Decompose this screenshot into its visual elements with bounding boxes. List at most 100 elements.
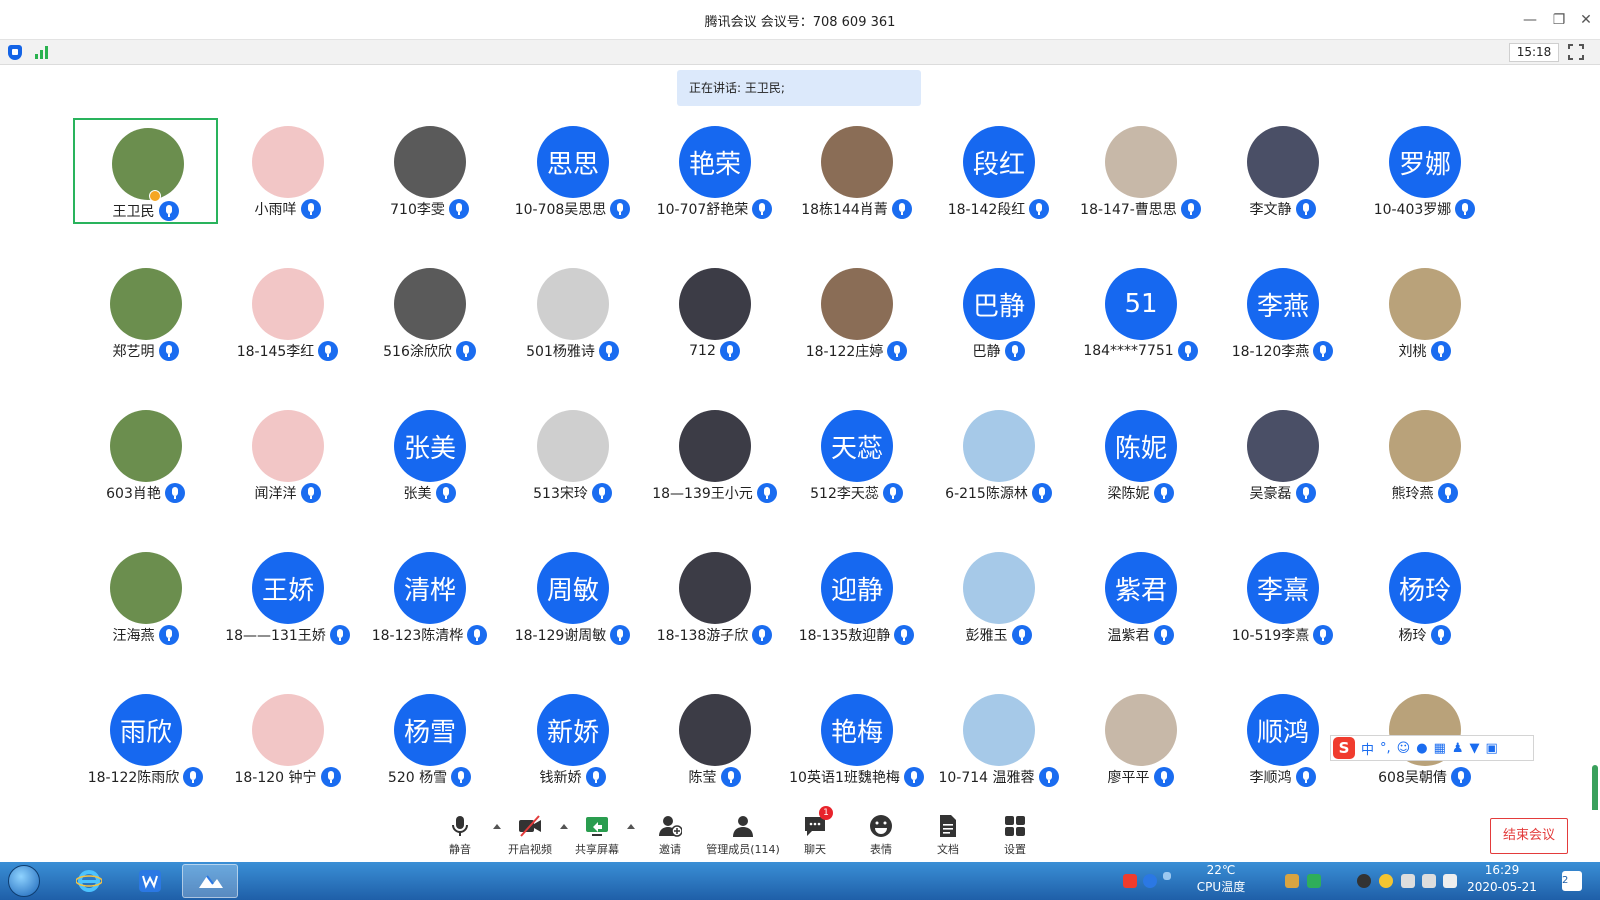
- participant-tile[interactable]: 杨玲 杨玲: [1352, 544, 1497, 650]
- participant-name-row: 郑艺明: [73, 340, 218, 362]
- participant-tile[interactable]: 紫君 温紫君: [1068, 544, 1213, 650]
- participant-tile[interactable]: 清桦 18-123陈清桦: [357, 544, 502, 650]
- mute-button[interactable]: 静音: [420, 814, 500, 857]
- share-screen-button[interactable]: 共享屏幕: [557, 814, 637, 857]
- participant-tile[interactable]: 罗娜 10-403罗娜: [1352, 118, 1497, 224]
- participant-tile[interactable]: 18-147-曹思思: [1068, 118, 1213, 224]
- participant-name-row: 710李雯: [357, 198, 502, 220]
- start-button-icon[interactable]: [8, 865, 40, 897]
- participant-tile[interactable]: 51 184****7751: [1068, 260, 1213, 366]
- qq-tray-icon[interactable]: [1357, 874, 1371, 888]
- avatar: [537, 268, 609, 340]
- ime-skin-icon[interactable]: ▼: [1470, 741, 1480, 756]
- network-tray-icon[interactable]: [1401, 874, 1415, 888]
- participant-tile[interactable]: 712: [642, 260, 787, 366]
- participant-tile[interactable]: 迎静 18-135敖迎静: [784, 544, 929, 650]
- participant-tile[interactable]: 周敏 18-129谢周敏: [500, 544, 645, 650]
- settings-button[interactable]: 设置: [975, 814, 1055, 857]
- avatar-initials: 杨雪: [403, 717, 456, 748]
- participant-tile[interactable]: 18-122庄婷: [784, 260, 929, 366]
- participant-tile[interactable]: 李燕 18-120李燕: [1210, 260, 1355, 366]
- participant-tile[interactable]: 18-138游子欣: [642, 544, 787, 650]
- security-shield-icon[interactable]: [8, 45, 22, 60]
- taskbar-ie[interactable]: [60, 864, 116, 898]
- sogou-logo-icon[interactable]: S: [1333, 737, 1355, 759]
- user-tray-icon[interactable]: [1285, 874, 1299, 888]
- participant-tile[interactable]: 彭雅玉: [926, 544, 1071, 650]
- ime-emoji-icon[interactable]: ☺: [1397, 741, 1411, 756]
- avatar: [110, 268, 182, 340]
- ime-punct-label[interactable]: °,: [1380, 741, 1391, 756]
- system-clock[interactable]: 16:29 2020-05-21: [1462, 862, 1542, 900]
- fullscreen-icon[interactable]: [1568, 44, 1584, 60]
- input-method-toolbar[interactable]: S 中 °, ☺ ● ▦ ♟ ▼ ▣: [1330, 735, 1534, 761]
- ime-user-icon[interactable]: ♟: [1452, 741, 1464, 756]
- taskbar-tencent-meeting[interactable]: [182, 864, 238, 898]
- participant-tile[interactable]: 闻洋洋: [215, 402, 360, 508]
- participant-tile[interactable]: 熊玲燕: [1352, 402, 1497, 508]
- participant-tile[interactable]: 18栋144肖菁: [784, 118, 929, 224]
- participant-tile[interactable]: 汪海燕: [73, 544, 218, 650]
- end-meeting-button[interactable]: 结束会议: [1490, 818, 1568, 854]
- participant-tile[interactable]: 杨雪 520 杨雪: [357, 686, 502, 790]
- avatar: [1105, 126, 1177, 198]
- participant-tile[interactable]: 巴静 巴静: [926, 260, 1071, 366]
- participant-tile[interactable]: 廖平平: [1068, 686, 1213, 790]
- restore-button[interactable]: ❐: [1547, 8, 1571, 32]
- action-center-icon[interactable]: 2: [1562, 871, 1582, 891]
- status-tray-icon[interactable]: [1379, 874, 1393, 888]
- antivirus-shield-icon[interactable]: [1307, 874, 1321, 888]
- volume-icon[interactable]: [1443, 874, 1457, 888]
- participant-tile[interactable]: 雨欣 18-122陈雨欣: [73, 686, 218, 790]
- participant-name-row: 18-123陈清桦: [357, 624, 502, 646]
- participant-tile[interactable]: 18-120 钟宁: [215, 686, 360, 790]
- participant-tile[interactable]: 刘桃: [1352, 260, 1497, 366]
- close-button[interactable]: ✕: [1574, 8, 1598, 32]
- participant-tile[interactable]: 段红 18-142段红: [926, 118, 1071, 224]
- signal-strength-icon[interactable]: [35, 45, 49, 59]
- manage-members-button[interactable]: 管理成员(114): [703, 814, 783, 857]
- participant-tile[interactable]: 501杨雅诗: [500, 260, 645, 366]
- ime-status-tray-icon[interactable]: [1163, 872, 1171, 880]
- participant-tile[interactable]: 思思 10-708吴思思: [500, 118, 645, 224]
- ime-mode-label[interactable]: 中: [1361, 739, 1374, 758]
- avatar-initials: 王娇: [261, 575, 314, 606]
- participant-tile[interactable]: 小雨咩: [215, 118, 360, 224]
- minimize-button[interactable]: —: [1518, 8, 1542, 32]
- taskbar-wps[interactable]: [122, 864, 178, 898]
- participant-tile[interactable]: 陈莹: [642, 686, 787, 790]
- ime-keyboard-icon[interactable]: ▦: [1434, 741, 1446, 756]
- display-tray-icon[interactable]: [1422, 874, 1436, 888]
- participant-tile[interactable]: 李文静: [1210, 118, 1355, 224]
- participant-tile[interactable]: 郑艺明: [73, 260, 218, 366]
- invite-button[interactable]: 邀请: [630, 814, 710, 857]
- invite-user-icon: [658, 814, 683, 838]
- participant-tile[interactable]: 6-215陈源林: [926, 402, 1071, 508]
- participant-tile[interactable]: 张美 张美: [357, 402, 502, 508]
- grid-scrollbar[interactable]: [1590, 65, 1600, 823]
- participant-tile[interactable]: 516涂欣欣: [357, 260, 502, 366]
- participant-tile[interactable]: 吴豪磊: [1210, 402, 1355, 508]
- participant-tile[interactable]: 天蕊 512李天蕊: [784, 402, 929, 508]
- participant-tile[interactable]: 李熹 10-519李熹: [1210, 544, 1355, 650]
- participant-name: 廖平平: [1107, 770, 1150, 786]
- participant-tile[interactable]: 18—139王小元: [642, 402, 787, 508]
- participant-tile[interactable]: 新娇 钱新娇: [500, 686, 645, 790]
- participant-tile[interactable]: 王卫民: [73, 118, 218, 224]
- sogou-tray-icon[interactable]: [1123, 874, 1137, 888]
- avatar: [252, 410, 324, 482]
- participant-tile[interactable]: 513宋玲: [500, 402, 645, 508]
- participant-tile[interactable]: 陈妮 梁陈妮: [1068, 402, 1213, 508]
- participant-tile[interactable]: 710李雯: [357, 118, 502, 224]
- participant-tile[interactable]: 艳梅 10英语1班魏艳梅: [784, 686, 929, 790]
- help-tray-icon[interactable]: [1143, 874, 1157, 888]
- participant-name-row: 王卫民: [75, 200, 216, 222]
- participant-tile[interactable]: 艳荣 10-707舒艳荣: [642, 118, 787, 224]
- avatar-initials: 艳荣: [688, 149, 741, 180]
- participant-tile[interactable]: 10-714 温雅蓉: [926, 686, 1071, 790]
- ime-menu-icon[interactable]: ▣: [1486, 741, 1498, 756]
- ime-voice-icon[interactable]: ●: [1416, 741, 1427, 756]
- participant-tile[interactable]: 王娇 18——131王娇: [215, 544, 360, 650]
- participant-tile[interactable]: 603肖艳: [73, 402, 218, 508]
- participant-tile[interactable]: 18-145李红: [215, 260, 360, 366]
